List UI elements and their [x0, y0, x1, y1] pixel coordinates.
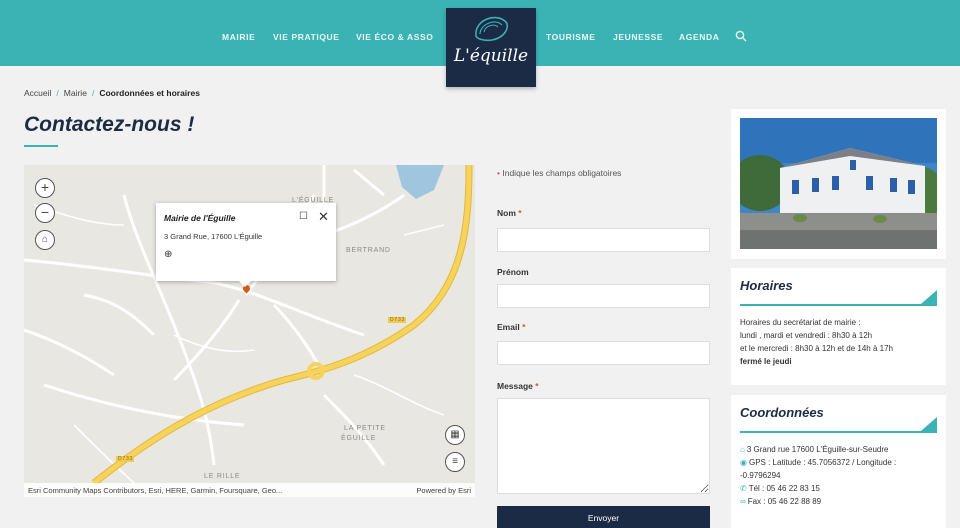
home-button[interactable]: ⌂ [35, 230, 55, 250]
fax-icon: ∞ [740, 497, 746, 506]
map-label-la-petite: LA PETITE [344, 425, 386, 432]
message-label: Message * [497, 381, 539, 391]
zoom-to-icon[interactable]: ⊕ [164, 249, 172, 260]
page-title: Contactez-nous ! [24, 113, 195, 136]
maximize-icon[interactable]: ☐ [299, 211, 308, 222]
title-rule [740, 304, 937, 306]
horaires-line-4: fermé le jeudi [740, 357, 792, 366]
nav-item-mairie[interactable]: MAIRIE [222, 32, 255, 42]
breadcrumb-current: Coordonnées et horaires [99, 88, 200, 98]
title-corner-decoration [921, 290, 937, 304]
map-label-eguille: ÉGUILLE [341, 435, 377, 442]
fax-row: ∞ Fax : 05 46 22 88 89 [740, 497, 822, 506]
title-rule [740, 431, 937, 433]
horaires-line-2: lundi , mardi et vendredi : 8h30 à 12h [740, 331, 873, 340]
email-label: Email * [497, 322, 526, 332]
address-row: ⌂ 3 Grand rue 17600 L'Éguille-sur-Seudre [740, 445, 889, 454]
horaires-line-1: Horaires du secrétariat de mairie : [740, 318, 861, 327]
nav-item-vie-eco-asso[interactable]: VIE ÉCO & ASSO [356, 32, 434, 42]
attribution-text[interactable]: Esri Community Maps Contributors, Esri, … [28, 486, 282, 495]
required-fields-note: • Indique les champs obligatoires [497, 168, 622, 178]
message-textarea[interactable] [497, 398, 710, 494]
zoom-in-button[interactable]: + [35, 178, 55, 198]
popup-title: Mairie de l'Éguille [164, 213, 236, 223]
town-hall-image [740, 118, 937, 249]
nom-input[interactable] [497, 228, 710, 252]
zoom-out-button[interactable]: − [35, 203, 55, 223]
breadcrumb-accueil[interactable]: Accueil [24, 88, 51, 98]
horaires-title: Horaires [740, 278, 793, 293]
prenom-input[interactable] [497, 284, 710, 308]
nav-item-agenda[interactable]: AGENDA [679, 32, 719, 42]
popup-address: 3 Grand Rue, 17600 L'Éguille [164, 232, 263, 241]
map-popup: Mairie de l'Éguille 3 Grand Rue, 17600 L… [156, 203, 336, 287]
site-logo[interactable]: L'équille [446, 8, 536, 87]
breadcrumb-separator: / [91, 88, 95, 98]
building-icon: ⌂ [740, 445, 745, 454]
breadcrumb: Accueil / Mairie / Coordonnées et horaires [24, 88, 200, 98]
email-input[interactable] [497, 341, 710, 365]
close-icon[interactable]: ✕ [318, 209, 329, 225]
horaires-card: Horaires Horaires du secrétariat de mair… [731, 268, 946, 385]
basemap-gallery-button[interactable]: ▦ [445, 425, 465, 445]
map-view[interactable]: L'ÉGUILLE BERTRAND LA PETITE ÉGUILLE LE … [24, 165, 475, 497]
nav-item-vie-pratique[interactable]: VIE PRATIQUE [273, 32, 340, 42]
title-underline [24, 145, 58, 147]
search-icon[interactable] [735, 30, 747, 42]
road-label-d733: D733 [118, 456, 134, 462]
nav-item-jeunesse[interactable]: JEUNESSE [613, 32, 663, 42]
mairie-photo [740, 118, 937, 249]
coordonnees-title: Coordonnées [740, 405, 824, 420]
mairie-photo-card [731, 109, 946, 259]
logo-text: L'équille [453, 46, 529, 66]
horaires-line-3: et le mercredi : 8h30 à 12h et de 14h à … [740, 344, 893, 353]
coordonnees-card: Coordonnées ⌂ 3 Grand rue 17600 L'Éguille… [731, 395, 946, 528]
map-label-bertrand: BERTRAND [346, 247, 391, 254]
breadcrumb-separator: / [56, 88, 59, 98]
map-attribution: Esri Community Maps Contributors, Esri, … [24, 483, 475, 497]
gps-row-continued: -0.9796294 [740, 471, 781, 480]
prenom-label: Prénom [497, 267, 529, 277]
phone-icon: ✆ [740, 484, 747, 493]
gps-row: ◉ GPS : Latitude : 45.7056372 / Longitude… [740, 458, 897, 467]
nom-label: Nom * [497, 208, 522, 218]
map-label-le-rille: LE RILLE [204, 473, 241, 480]
phone-row[interactable]: ✆ Tél : 05 46 22 83 15 [740, 484, 820, 493]
nav-item-tourisme[interactable]: TOURISME [546, 32, 596, 42]
title-corner-decoration [921, 417, 937, 431]
location-pin-icon: ◉ [740, 458, 747, 467]
breadcrumb-mairie[interactable]: Mairie [64, 88, 87, 98]
powered-by-esri-link[interactable]: Powered by Esri [416, 486, 471, 495]
submit-button[interactable]: Envoyer [497, 506, 710, 528]
legend-button[interactable]: ≡ [445, 452, 465, 472]
road-label-d733: D733 [390, 317, 406, 323]
